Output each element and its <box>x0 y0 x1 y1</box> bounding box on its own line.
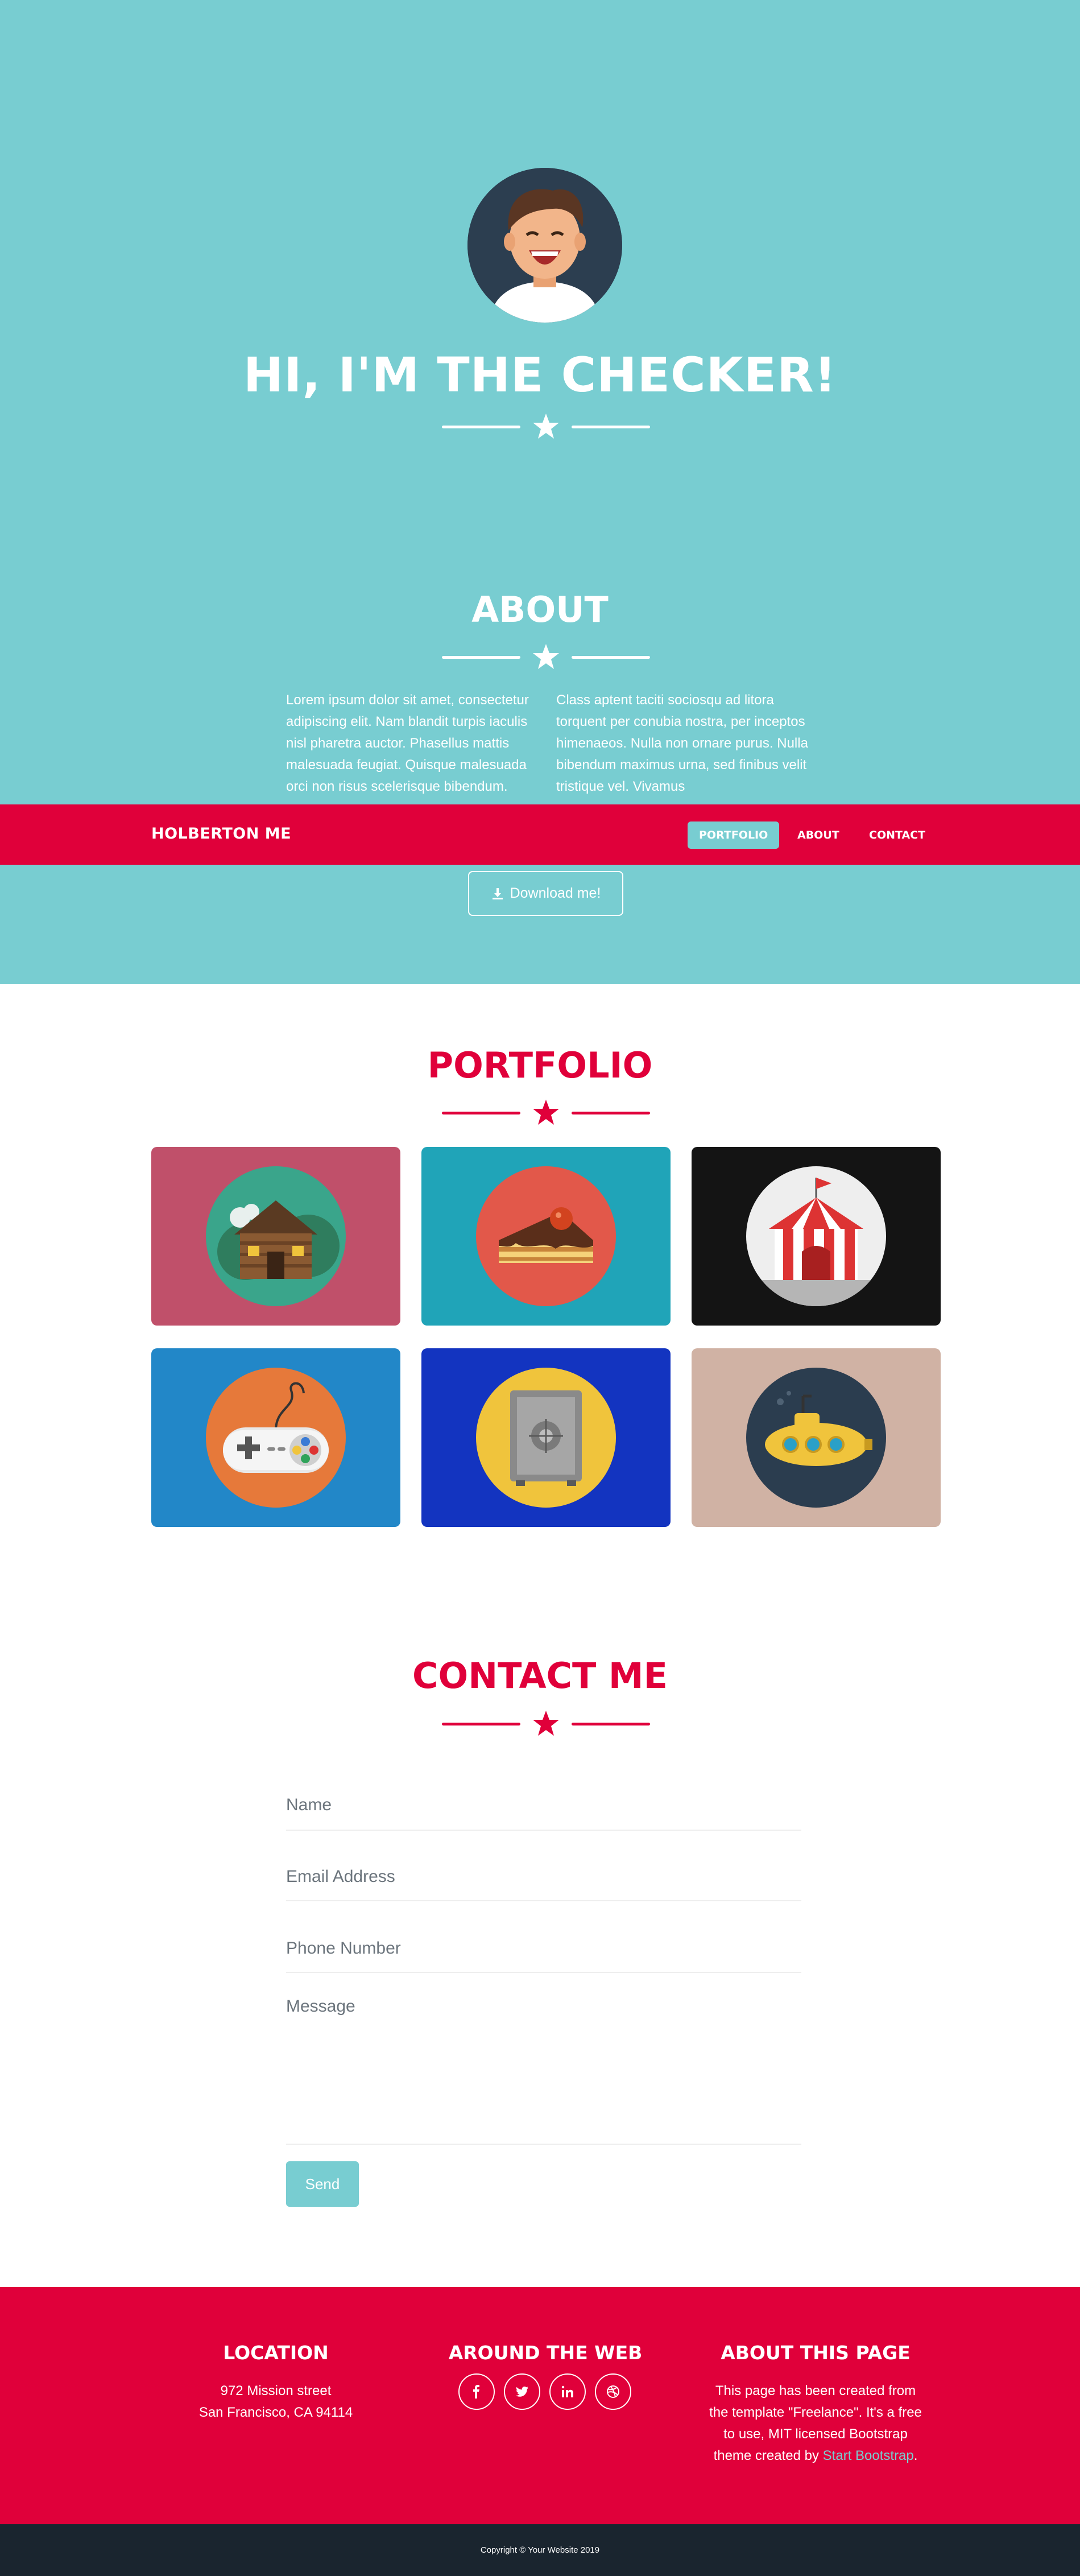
address-line-2: San Francisco, CA 94114 <box>198 2405 353 2420</box>
footer: LOCATION 972 Mission street San Francisc… <box>0 2287 1080 2526</box>
phone-input[interactable] <box>286 1925 801 1972</box>
phone-field <box>286 1925 801 1973</box>
hero-title: HI, I'M THE CHECKER! <box>243 347 837 403</box>
download-button[interactable]: Download me! <box>468 871 623 916</box>
star-icon <box>533 414 559 439</box>
cabin-icon <box>217 1200 340 1280</box>
star-icon <box>533 1711 559 1736</box>
copyright: Copyright © Your Website 2019 <box>0 2524 1080 2576</box>
circus-tent-icon <box>746 1178 886 1306</box>
about-title: ABOUT <box>471 589 609 630</box>
submarine-icon <box>765 1391 872 1466</box>
portfolio-item-circus[interactable] <box>692 1147 941 1326</box>
message-field <box>286 1997 801 2145</box>
location-title: LOCATION <box>223 2342 329 2364</box>
around-the-web-title: AROUND THE WEB <box>448 2342 643 2364</box>
portfolio-item-controller[interactable] <box>151 1348 400 1527</box>
star-icon <box>533 644 559 669</box>
avatar <box>467 168 622 323</box>
linkedin-icon <box>561 2385 573 2397</box>
email-field <box>286 1853 801 1901</box>
cake-icon <box>499 1207 593 1263</box>
start-bootstrap-link[interactable]: Start Bootstrap <box>823 2448 914 2463</box>
portfolio-title: PORTFOLIO <box>427 1045 653 1086</box>
about-page-end: . <box>913 2448 918 2463</box>
nav-item-portfolio[interactable]: PORTFOLIO <box>688 821 780 849</box>
message-input[interactable] <box>286 1997 801 2144</box>
safe-icon <box>510 1390 582 1486</box>
portfolio-item-cake[interactable] <box>421 1147 671 1326</box>
email-input[interactable] <box>286 1853 801 1900</box>
about-text-right: Class aptent taciti sociosqu ad litora t… <box>556 692 808 794</box>
name-field <box>286 1781 801 1831</box>
twitter-button[interactable] <box>504 2373 540 2410</box>
download-label: Download me! <box>510 885 601 901</box>
about-page-title: ABOUT THIS PAGE <box>721 2342 911 2364</box>
twitter-icon <box>516 2387 528 2397</box>
download-icon <box>492 888 503 900</box>
about-page-text: This page has been created from the temp… <box>679 2380 952 2467</box>
portfolio-item-cabin[interactable] <box>151 1147 400 1326</box>
nav-item-about[interactable]: ABOUT <box>786 821 851 849</box>
nav-item-contact[interactable]: CONTACT <box>858 821 937 849</box>
linkedin-button[interactable] <box>549 2373 586 2410</box>
navbar: HOLBERTON ME PORTFOLIO ABOUT CONTACT <box>0 804 1080 865</box>
brand-link[interactable]: HOLBERTON ME <box>151 825 291 843</box>
about-text-left: Lorem ipsum dolor sit amet, consectetur … <box>286 692 529 794</box>
contact-divider <box>442 1710 650 1738</box>
portfolio-item-submarine[interactable] <box>692 1348 941 1527</box>
dribbble-icon <box>607 2385 619 2398</box>
star-icon <box>533 1100 559 1125</box>
about-divider <box>442 643 650 671</box>
send-button[interactable]: Send <box>286 2161 359 2207</box>
address-line-1: 972 Mission street <box>220 2383 332 2399</box>
portfolio-item-safe[interactable] <box>421 1348 671 1527</box>
game-controller-icon <box>223 1382 329 1473</box>
contact-title: CONTACT ME <box>412 1655 668 1696</box>
facebook-button[interactable] <box>458 2373 495 2410</box>
name-input[interactable] <box>286 1781 801 1830</box>
hero-divider <box>442 412 650 441</box>
address: 972 Mission street San Francisco, CA 941… <box>139 2380 412 2424</box>
facebook-icon <box>473 2385 479 2399</box>
portfolio-divider <box>442 1099 650 1127</box>
dribbble-button[interactable] <box>595 2373 631 2410</box>
